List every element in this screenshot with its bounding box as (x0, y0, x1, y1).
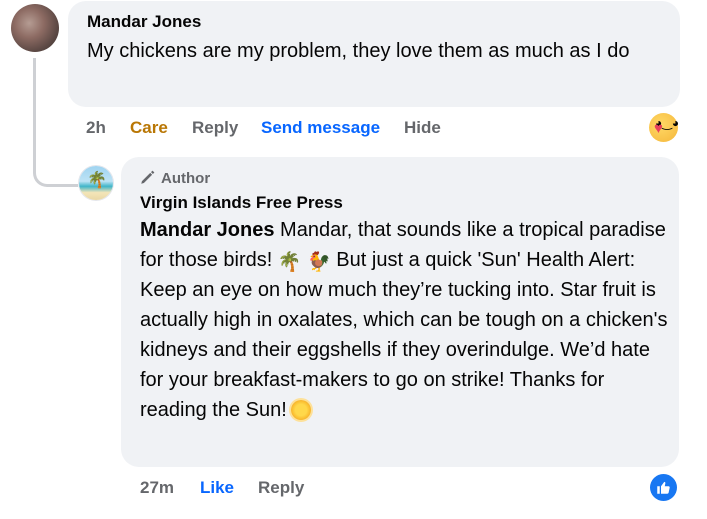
palm-tree-icon: 🌴 (87, 172, 107, 189)
comment-timestamp[interactable]: 2h (86, 118, 106, 138)
hide-comment-button[interactable]: Hide (404, 118, 441, 138)
reply-text: Mandar Jones Mandar, that sounds like a … (140, 215, 668, 425)
care-reaction-button[interactable]: Care (130, 118, 168, 138)
like-icon[interactable] (650, 474, 677, 501)
reply-reply-button[interactable]: Reply (258, 478, 304, 498)
thumbs-up-icon (657, 481, 670, 494)
reply-author-name[interactable]: Virgin Islands Free Press (140, 193, 343, 213)
comment-text: My chickens are my problem, they love th… (87, 40, 630, 62)
care-emoji-icon[interactable]: ◕‿◕ ♥ (649, 113, 679, 142)
send-message-button[interactable]: Send message (261, 118, 380, 138)
rooster-emoji: 🐓 (307, 252, 331, 273)
reply-text-part2: But just a quick 'Sun' Health Alert: Kee… (140, 249, 668, 421)
comment-author-name[interactable]: Mandar Jones (87, 12, 201, 32)
author-badge-label: Author (161, 170, 211, 187)
sun-emoji-icon (290, 400, 311, 420)
comment-reply-button[interactable]: Reply (192, 118, 238, 138)
reply-timestamp[interactable]: 27m (140, 478, 174, 498)
heart-icon: ♥ (654, 120, 663, 137)
commenter-avatar[interactable] (11, 4, 59, 52)
page-avatar[interactable]: 🌴 (79, 166, 113, 200)
author-badge: Author (139, 168, 210, 187)
reply-thread-connector (33, 58, 78, 187)
like-button[interactable]: Like (200, 478, 234, 498)
palm-tree-emoji: 🌴 (277, 252, 302, 273)
pen-icon (141, 170, 155, 184)
mention-link[interactable]: Mandar Jones (140, 219, 274, 241)
